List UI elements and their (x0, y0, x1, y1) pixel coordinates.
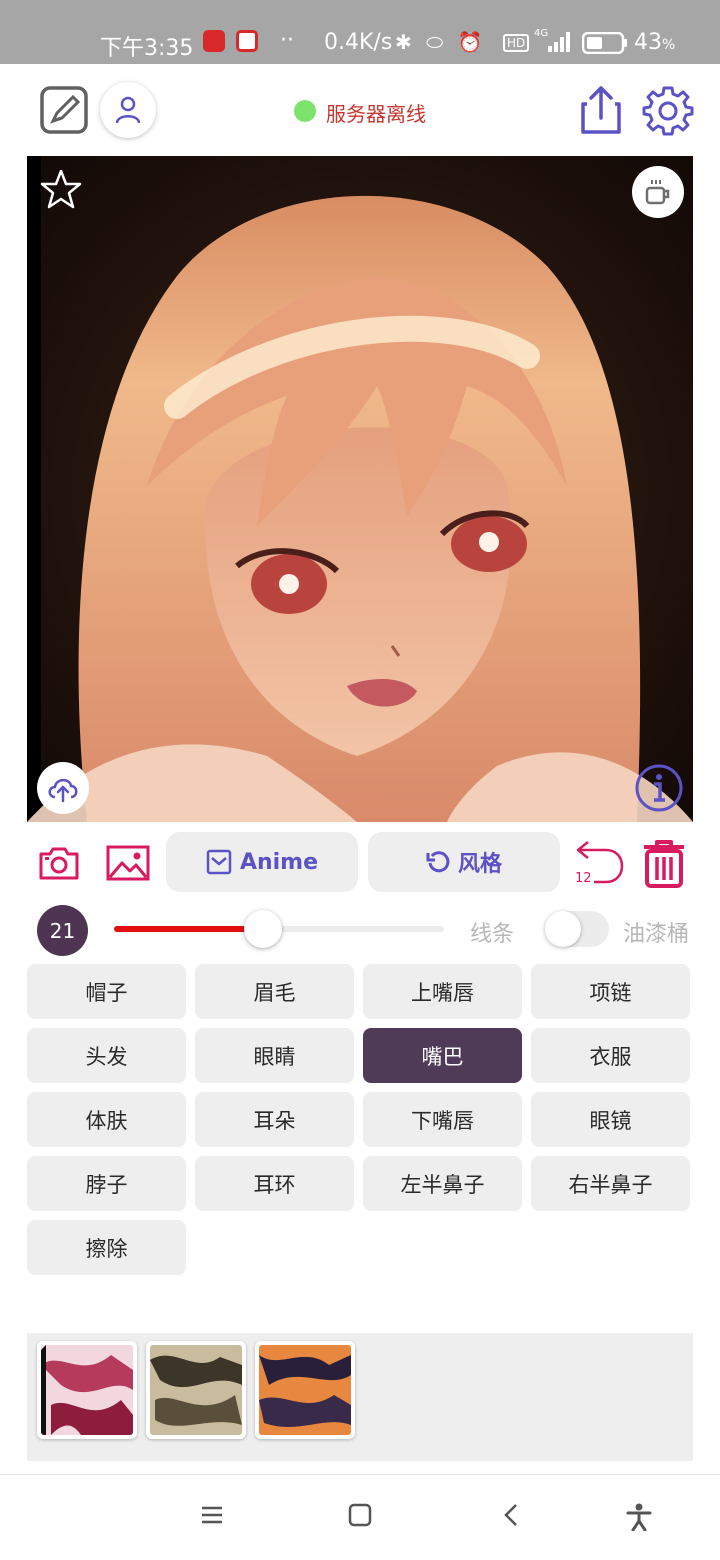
texture-swatch[interactable] (37, 1341, 137, 1439)
slider-thumb[interactable] (243, 910, 282, 948)
user-icon[interactable] (100, 82, 156, 138)
texture-swatch[interactable] (146, 1341, 246, 1439)
server-status-text: 服务器离线 (326, 102, 426, 126)
part-chip[interactable]: 眼睛 (195, 1028, 354, 1083)
clock: 下午3:35 (100, 36, 194, 61)
texture-swatch[interactable] (255, 1341, 355, 1439)
alarm-icon: ⏰ (457, 30, 487, 54)
part-chip[interactable]: 耳环 (195, 1156, 354, 1211)
part-chip[interactable]: 体肤 (27, 1092, 186, 1147)
nfc-icon: ⬭ (426, 30, 448, 54)
part-chip[interactable]: 上嘴唇 (363, 964, 522, 1019)
system-nav-bar (0, 1474, 720, 1560)
app-notification-icon-2 (236, 30, 258, 52)
signal-type: 4G (534, 28, 549, 39)
part-chip[interactable]: 眉毛 (195, 964, 354, 1019)
part-chip[interactable]: 下嘴唇 (363, 1092, 522, 1147)
info-icon[interactable] (633, 762, 685, 814)
part-chip[interactable]: 右半鼻子 (531, 1156, 690, 1211)
home-square-icon[interactable] (348, 1503, 372, 1531)
server-status-dot (294, 100, 316, 122)
system-icons: ✱ ⬭ ⏰ (395, 30, 486, 54)
edit-icon[interactable] (38, 84, 90, 136)
hd-icon: HD (503, 34, 530, 52)
part-chip[interactable]: 耳朵 (195, 1092, 354, 1147)
app-notification-icon (203, 30, 225, 52)
paint-bucket-label: 油漆桶 (623, 922, 690, 947)
coffee-cup-icon[interactable] (632, 166, 684, 218)
brush-size-slider[interactable] (114, 910, 444, 948)
delete-trash-icon[interactable] (638, 838, 690, 890)
more-notifications-icon: ·· (280, 28, 294, 53)
part-chip[interactable]: 左半鼻子 (363, 1156, 522, 1211)
battery-icon (581, 31, 628, 60)
bucket-toggle[interactable] (545, 911, 609, 947)
favorite-star-icon[interactable] (37, 166, 85, 214)
refresh-icon (426, 851, 450, 873)
camera-icon[interactable] (36, 842, 82, 884)
back-chevron-icon[interactable] (500, 1503, 524, 1531)
slider-fill (114, 926, 263, 932)
model-label: Anime (239, 849, 319, 875)
undo-count: 12 (575, 871, 592, 886)
gallery-image-icon[interactable] (104, 842, 152, 884)
accessibility-icon[interactable] (626, 1503, 652, 1535)
brush-size-badge: 21 (37, 905, 88, 956)
line-mode-label: 线条 (470, 922, 515, 947)
model-select-button[interactable]: Anime (166, 832, 358, 892)
menu-icon[interactable] (200, 1503, 224, 1531)
part-chip[interactable]: 头发 (27, 1028, 186, 1083)
battery-level: 43% (634, 30, 675, 55)
part-chip[interactable]: 嘴巴 (363, 1028, 522, 1083)
part-chip[interactable]: 衣服 (531, 1028, 690, 1083)
style-button[interactable]: 风格 (368, 832, 560, 892)
part-chip[interactable]: 擦除 (27, 1220, 186, 1275)
drawing-canvas[interactable] (27, 156, 693, 822)
settings-gear-icon[interactable] (642, 84, 694, 136)
status-bar: 下午3:35 ·· 0.4K/s ✱ ⬭ ⏰ HD 4G 43% (0, 0, 720, 64)
generated-portrait (27, 156, 693, 822)
upload-cloud-icon[interactable] (37, 762, 89, 814)
battery-unit: % (662, 37, 676, 53)
style-texture-tray (27, 1333, 693, 1461)
battery-percent: 43 (634, 30, 662, 55)
part-chip[interactable]: 项链 (531, 964, 690, 1019)
part-chip[interactable]: 脖子 (27, 1156, 186, 1211)
part-chip[interactable]: 眼镜 (531, 1092, 690, 1147)
part-chip[interactable]: 帽子 (27, 964, 186, 1019)
undo-icon[interactable]: 12 (570, 838, 626, 888)
network-speed: 0.4K/s (324, 30, 393, 55)
share-icon[interactable] (578, 84, 624, 136)
bluetooth-icon: ✱ (395, 30, 416, 54)
signal-icon: 4G (534, 28, 572, 60)
checkbox-mail-icon (206, 849, 232, 875)
style-label: 风格 (457, 852, 502, 877)
toggle-knob (545, 911, 581, 947)
